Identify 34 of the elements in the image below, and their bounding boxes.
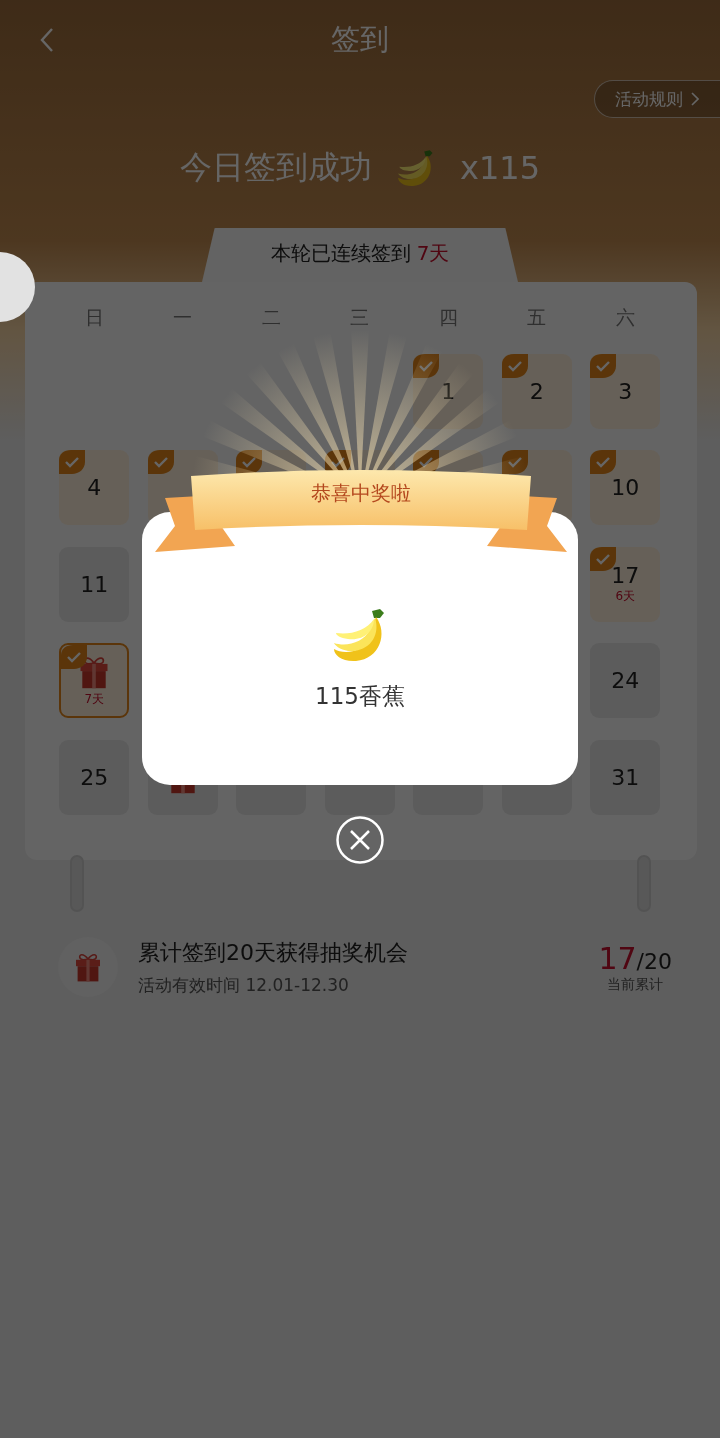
reward-amount: x115 bbox=[460, 149, 540, 187]
day-number: 25 bbox=[80, 764, 109, 790]
reward-period: 活动有效时间 12.01-12.30 bbox=[138, 973, 350, 997]
streak-text: 本轮已连续签到 bbox=[270, 239, 411, 267]
dialog-title: 恭喜中奖啦 bbox=[310, 480, 412, 507]
day-note: 6天 bbox=[615, 588, 636, 605]
gift-day-cell[interactable]: 7天 bbox=[59, 643, 130, 718]
day-cell[interactable]: 10 bbox=[590, 450, 661, 525]
progress-caption: 当前累计 bbox=[607, 975, 664, 994]
success-text: 今日签到成功 bbox=[180, 147, 372, 188]
day-number: 10 bbox=[611, 475, 640, 500]
day-number: 2 bbox=[529, 378, 544, 404]
day-cell[interactable]: 11 bbox=[59, 546, 130, 622]
day-number: 17 bbox=[611, 563, 640, 588]
reward-title: 累计签到20天获得抽奖机会 bbox=[138, 938, 409, 967]
day-number: 3 bbox=[618, 378, 633, 404]
day-cell[interactable]: 24 bbox=[590, 643, 661, 718]
day-cell[interactable]: 31 bbox=[590, 739, 661, 815]
day-cell[interactable]: 17 6天 bbox=[590, 546, 661, 622]
day-number: 24 bbox=[611, 668, 640, 693]
progress-current: 17 bbox=[598, 940, 637, 976]
day-number: 31 bbox=[611, 764, 640, 790]
day-number: 4 bbox=[87, 475, 102, 500]
day-cell[interactable]: 2 bbox=[501, 353, 572, 429]
day-cell[interactable]: 25 bbox=[59, 739, 130, 815]
day-number: 1 bbox=[441, 378, 456, 404]
prize-text: 115香蕉 bbox=[315, 682, 405, 711]
page-title: 签到 bbox=[331, 21, 389, 58]
streak-count: 7天 bbox=[416, 239, 450, 267]
day-cell[interactable]: 4 bbox=[59, 450, 130, 525]
day-number: 11 bbox=[80, 571, 109, 597]
day-cell[interactable]: 3 bbox=[590, 353, 661, 429]
progress-target: /20 bbox=[636, 948, 672, 974]
day-note: 7天 bbox=[84, 691, 105, 708]
